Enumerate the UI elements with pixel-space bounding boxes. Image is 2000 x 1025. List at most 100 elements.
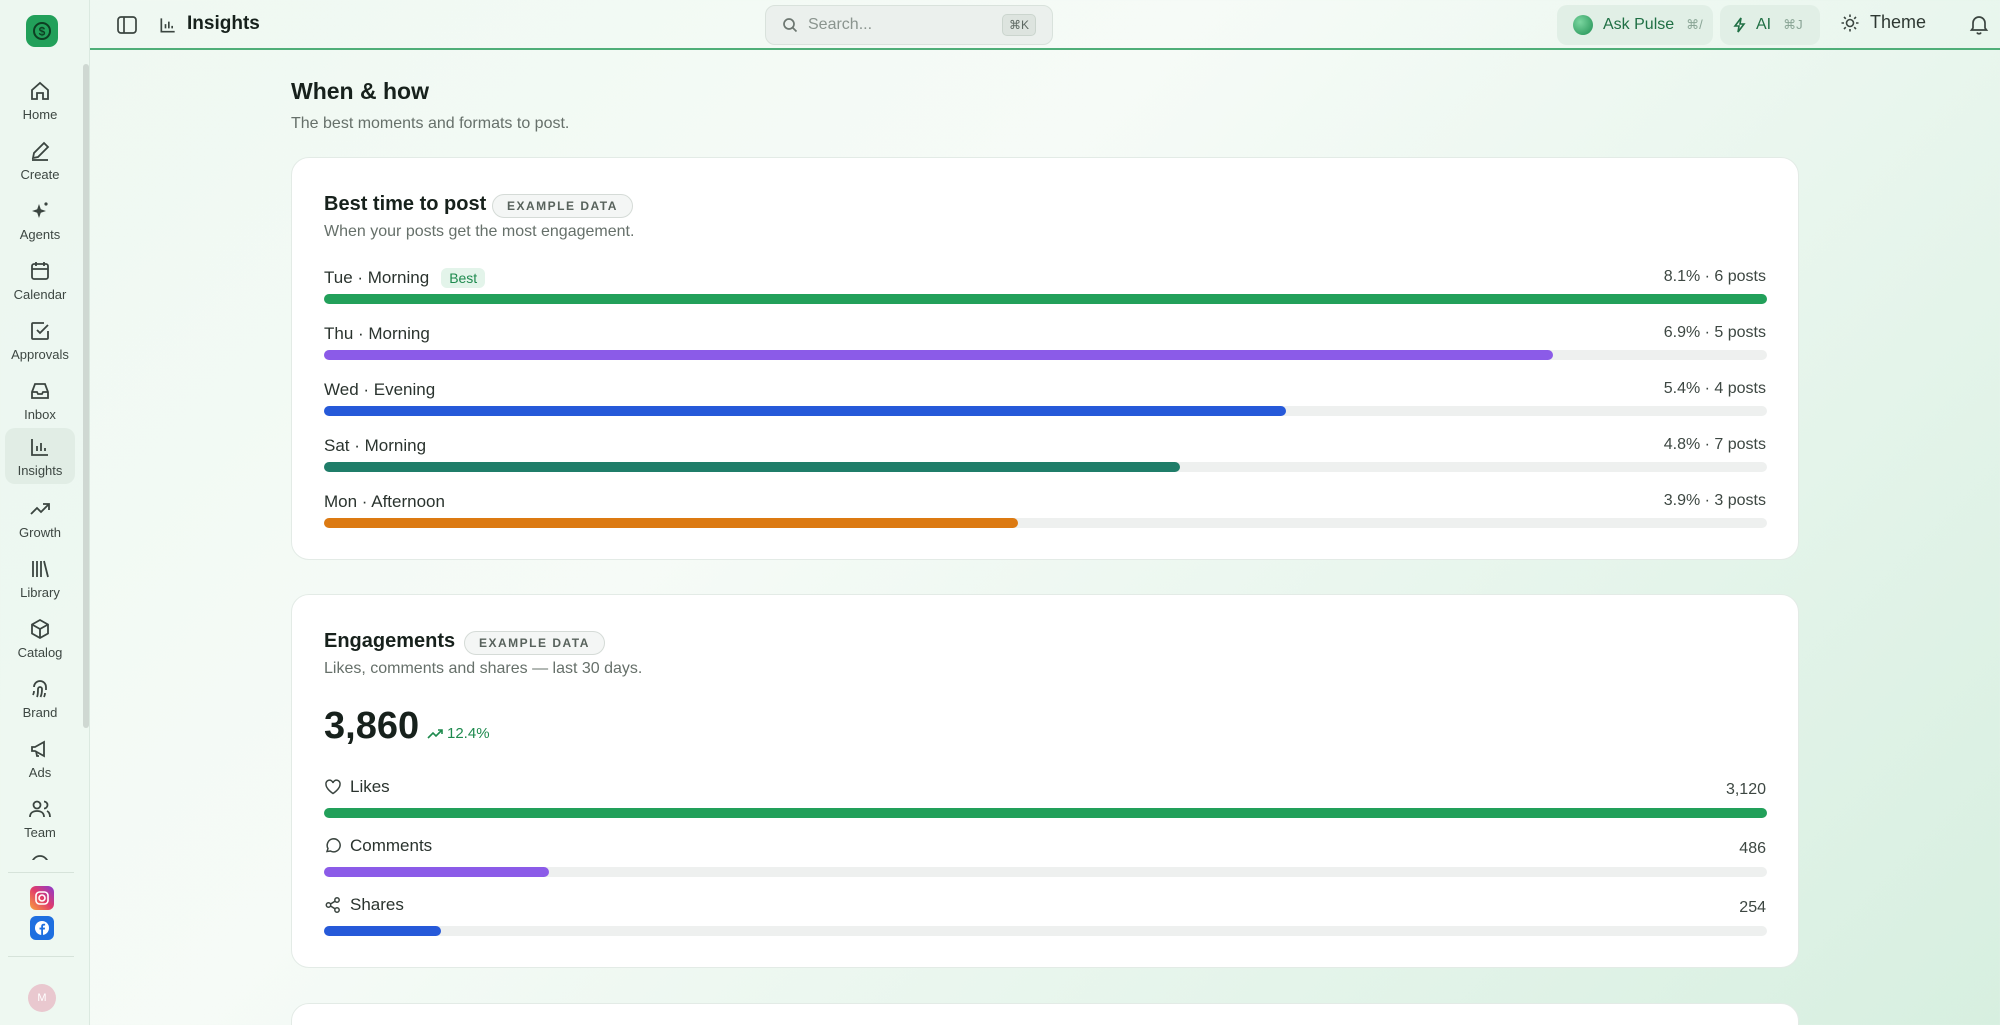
engagement-row-label: Shares bbox=[324, 895, 404, 915]
engagement-row-label: Comments bbox=[324, 836, 432, 856]
sidebar-item-library[interactable]: Library bbox=[5, 550, 75, 606]
ask-pulse-shortcut: ⌘/ bbox=[1686, 17, 1703, 32]
progress-track bbox=[324, 406, 1767, 416]
sidebar-item-label: Home bbox=[22, 106, 58, 122]
engagement-label: Comments bbox=[350, 836, 433, 855]
avatar[interactable]: M bbox=[28, 984, 56, 1012]
progress-fill bbox=[324, 808, 1767, 818]
comment-icon bbox=[325, 838, 341, 853]
instagram-icon bbox=[35, 891, 49, 905]
time-row-value: 6.9% · 5 posts bbox=[1663, 324, 1766, 341]
section-title: When & how bbox=[291, 78, 429, 104]
sidebar-item-label: Ads bbox=[28, 764, 52, 780]
inbox-icon bbox=[31, 382, 49, 399]
sidebar-item-label: Catalog bbox=[17, 644, 63, 660]
app-logo[interactable]: $ bbox=[26, 15, 58, 47]
home-icon bbox=[31, 81, 49, 100]
progress-fill bbox=[324, 350, 1554, 360]
progress-track bbox=[324, 518, 1767, 528]
sidebar-item-growth[interactable]: Growth bbox=[5, 490, 75, 546]
search-placeholder: Search... bbox=[808, 16, 873, 33]
progress-track bbox=[324, 462, 1767, 472]
sidebar-item-label: Growth bbox=[19, 524, 61, 540]
trending-up-icon bbox=[30, 502, 50, 515]
time-slot-label: Mon · Afternoon bbox=[324, 492, 445, 511]
progress-track bbox=[324, 350, 1767, 360]
ask-pulse-button[interactable]: Ask Pulse ⌘/ bbox=[1557, 5, 1713, 45]
card-title: Best time to post bbox=[324, 193, 487, 215]
card-subtitle: When your posts get the most engagement. bbox=[324, 223, 635, 240]
sidebar-item-insights[interactable]: Insights bbox=[5, 428, 75, 484]
next-card-partial bbox=[291, 1003, 1799, 1025]
progress-fill bbox=[324, 294, 1767, 304]
search-input[interactable]: Search... ⌘K bbox=[765, 5, 1053, 45]
sidebar-item-catalog[interactable]: Catalog bbox=[5, 610, 75, 666]
example-data-badge: EXAMPLE DATA bbox=[492, 194, 633, 218]
progress-fill bbox=[324, 518, 1019, 528]
sidebar-item-ads[interactable]: Ads bbox=[5, 730, 75, 786]
time-row-value: 5.4% · 4 posts bbox=[1663, 380, 1766, 397]
svg-text:$: $ bbox=[39, 25, 46, 39]
section-subtitle: The best moments and formats to post. bbox=[291, 115, 570, 132]
engagement-value: 3,120 bbox=[1725, 781, 1766, 798]
progress-fill bbox=[324, 926, 441, 936]
card-title: Engagements bbox=[324, 630, 456, 652]
bell-icon[interactable] bbox=[1968, 13, 1990, 35]
sidebar-item-label: Create bbox=[20, 166, 60, 182]
sidebar-divider bbox=[8, 872, 74, 873]
bar-chart-icon bbox=[31, 438, 48, 456]
sidebar-item-label: Library bbox=[20, 584, 60, 600]
best-time-card: Best time to post EXAMPLE DATA When your… bbox=[291, 157, 1799, 560]
time-row-value: 3.9% · 3 posts bbox=[1663, 492, 1766, 509]
instagram-account[interactable] bbox=[30, 886, 54, 910]
users-icon bbox=[29, 800, 51, 817]
page-title: Insights bbox=[187, 13, 260, 34]
search-shortcut: ⌘K bbox=[1001, 14, 1036, 36]
sun-icon bbox=[1841, 14, 1859, 31]
partial-icon bbox=[32, 855, 48, 860]
checkbox-icon bbox=[31, 321, 49, 340]
pencil-icon bbox=[31, 141, 50, 161]
library-icon bbox=[32, 560, 49, 577]
ai-label: AI bbox=[1756, 16, 1772, 33]
fingerprint-icon bbox=[32, 679, 47, 697]
theme-button[interactable]: Theme bbox=[1840, 12, 1926, 33]
megaphone-icon bbox=[31, 739, 45, 758]
sidebar-item-create[interactable]: Create bbox=[5, 132, 75, 188]
sidebar-item-inbox[interactable]: Inbox bbox=[5, 372, 75, 428]
engagement-label: Likes bbox=[350, 777, 390, 796]
facebook-icon bbox=[35, 921, 49, 935]
card-subtitle: Likes, comments and shares — last 30 day… bbox=[324, 660, 643, 677]
engagements-total: 3,860 bbox=[324, 705, 420, 747]
sidebar-toggle-icon[interactable] bbox=[116, 14, 138, 36]
sidebar-scrollbar[interactable] bbox=[83, 64, 89, 728]
progress-track bbox=[324, 926, 1767, 936]
sidebar-item-team[interactable]: Team bbox=[5, 790, 75, 846]
sidebar-item-brand[interactable]: Brand bbox=[5, 670, 75, 726]
progress-fill bbox=[324, 406, 1287, 416]
progress-track bbox=[324, 294, 1767, 304]
sidebar-item-label: Agents bbox=[19, 226, 61, 242]
logo-icon: $ bbox=[33, 22, 51, 40]
search-icon bbox=[783, 18, 798, 33]
engagement-value: 486 bbox=[1739, 840, 1766, 857]
ask-pulse-label: Ask Pulse bbox=[1603, 16, 1675, 33]
sidebar-item-home[interactable]: Home bbox=[5, 72, 75, 128]
sparkle-icon bbox=[32, 201, 48, 218]
change-indicator: 12.4% bbox=[427, 725, 490, 742]
change-percent: 12.4% bbox=[447, 725, 490, 742]
sidebar-item-approvals[interactable]: Approvals bbox=[5, 312, 75, 368]
time-row-value: 4.8% · 7 posts bbox=[1663, 436, 1766, 453]
lightning-icon bbox=[1733, 17, 1746, 33]
ai-button[interactable]: AI ⌘J bbox=[1720, 5, 1820, 45]
progress-fill bbox=[324, 867, 550, 877]
sidebar-item-label: Team bbox=[24, 824, 56, 840]
heart-icon bbox=[325, 779, 341, 795]
sidebar-item-agents[interactable]: Agents bbox=[5, 192, 75, 248]
sidebar-item-calendar[interactable]: Calendar bbox=[5, 252, 75, 308]
time-row-label: Tue · Morning Best bbox=[324, 268, 486, 288]
progress-track bbox=[324, 808, 1767, 818]
facebook-account[interactable] bbox=[30, 916, 54, 940]
sidebar-item-label: Insights bbox=[17, 462, 63, 478]
sidebar: $ Home Create Agents Calendar Approvals … bbox=[0, 0, 90, 1025]
